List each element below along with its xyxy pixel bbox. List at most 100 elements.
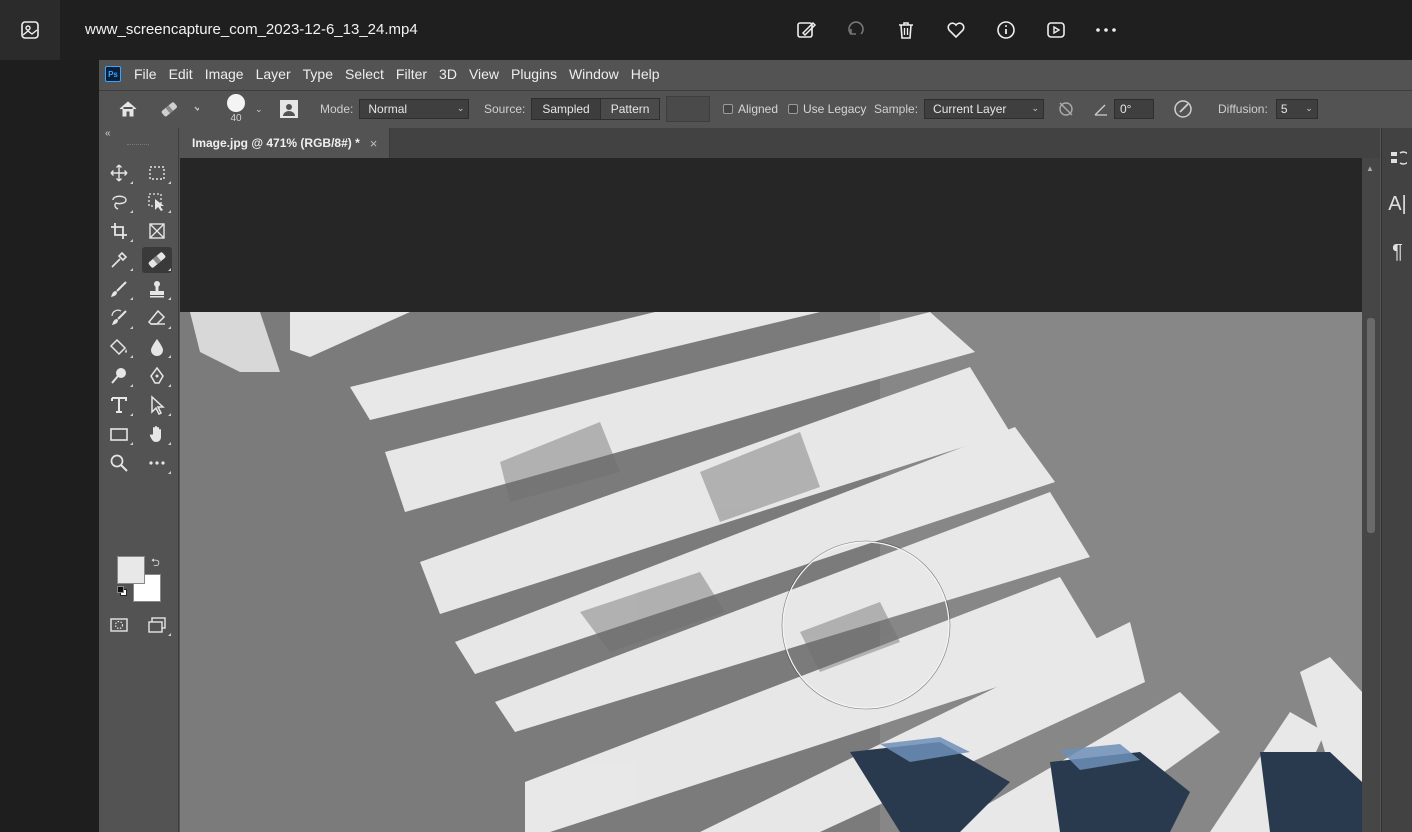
edit-image-icon[interactable] <box>790 14 822 46</box>
diffusion-label: Diffusion: <box>1218 102 1268 116</box>
delete-icon[interactable] <box>890 14 922 46</box>
crop-tool-icon[interactable] <box>104 218 134 244</box>
pressure-size-button[interactable] <box>1172 91 1194 127</box>
type-tool-icon[interactable] <box>104 392 134 418</box>
tool-options-bar: 40 ⌄ Mode: Normal ⌄ Source: Sampled Patt… <box>99 90 1412 126</box>
collapse-panel-icon[interactable]: « <box>105 128 111 139</box>
rotate-icon[interactable] <box>840 14 872 46</box>
mode-dropdown[interactable]: Normal ⌄ <box>359 99 470 119</box>
angle-input[interactable]: 0° <box>1114 99 1154 119</box>
blur-tool-icon[interactable] <box>142 334 172 360</box>
crosswalk-photo <box>180 312 1362 832</box>
foreground-color-swatch[interactable] <box>117 556 145 584</box>
hand-tool-icon[interactable] <box>142 421 172 447</box>
aligned-checkbox[interactable] <box>723 104 733 114</box>
pressure-size-icon <box>1174 100 1192 118</box>
source-control: Source: Sampled Pattern <box>484 91 661 127</box>
use-legacy-checkbox[interactable] <box>788 104 798 114</box>
history-brush-tool-icon[interactable] <box>104 305 134 331</box>
scroll-up-icon[interactable]: ▲ <box>1366 164 1374 173</box>
canvas-area[interactable] <box>180 158 1362 832</box>
character-panel-icon[interactable]: A| <box>1382 184 1412 224</box>
swap-colors-icon[interactable]: ⮌ <box>151 554 160 573</box>
slideshow-icon[interactable] <box>1040 14 1072 46</box>
diffusion-input[interactable]: 5 ⌄ <box>1275 99 1318 119</box>
use-legacy-option[interactable]: Use Legacy <box>788 91 866 127</box>
menu-filter[interactable]: Filter <box>391 60 432 88</box>
path-select-tool-icon[interactable] <box>142 392 172 418</box>
brush-picker-chevron-icon[interactable]: ⌄ <box>255 91 263 127</box>
more-icon[interactable] <box>1090 14 1122 46</box>
source-sampled-button[interactable]: Sampled <box>532 99 600 119</box>
angle-control: 0° <box>1094 91 1154 127</box>
menu-view[interactable]: View <box>464 60 504 88</box>
aligned-label: Aligned <box>738 102 779 116</box>
more-tools-icon[interactable] <box>142 450 172 476</box>
info-icon[interactable] <box>990 14 1022 46</box>
menu-plugins[interactable]: Plugins <box>506 60 562 88</box>
eraser-tool-icon[interactable] <box>142 305 172 331</box>
sample-control: Sample: Current Layer ⌄ <box>874 91 1045 127</box>
close-icon[interactable]: × <box>370 136 378 151</box>
sample-dropdown[interactable]: Current Layer ⌄ <box>924 99 1045 119</box>
menu-help[interactable]: Help <box>626 60 665 88</box>
history-panel-icon[interactable] <box>1382 138 1412 178</box>
lasso-tool-icon[interactable] <box>104 189 134 215</box>
viewer-actions <box>790 14 1122 46</box>
menu-type[interactable]: Type <box>298 60 338 88</box>
paint-bucket-tool-icon[interactable] <box>104 334 134 360</box>
chevron-down-icon: ⌄ <box>1031 103 1040 113</box>
healing-brush-preset-icon <box>161 102 199 117</box>
sample-value: Current Layer <box>933 102 1007 116</box>
scrollbar-thumb[interactable] <box>1367 318 1375 533</box>
vertical-scrollbar[interactable]: ▲ <box>1362 158 1380 832</box>
ignore-adjustment-layers-button[interactable] <box>1057 91 1075 127</box>
menu-file[interactable]: File <box>129 60 162 88</box>
angle-value: 0° <box>1120 102 1132 116</box>
mode-control: Mode: Normal ⌄ <box>320 91 470 127</box>
brush-size-picker[interactable]: 40 <box>227 91 245 127</box>
screen-mode-icon[interactable] <box>142 612 172 638</box>
menu-image[interactable]: Image <box>200 60 249 88</box>
sample-label: Sample: <box>874 102 919 116</box>
photos-app-icon[interactable] <box>0 0 60 60</box>
source-label: Source: <box>484 102 526 116</box>
diffusion-control: Diffusion: 5 ⌄ <box>1218 91 1318 127</box>
healing-brush-tool-icon[interactable] <box>142 247 172 273</box>
menu-edit[interactable]: Edit <box>164 60 198 88</box>
pen-tool-icon[interactable] <box>142 363 172 389</box>
zoom-tool-icon[interactable] <box>104 450 134 476</box>
pattern-swatch <box>666 96 710 122</box>
menu-layer[interactable]: Layer <box>251 60 296 88</box>
right-panel-dock: A| ¶ <box>1381 128 1412 832</box>
move-tool-icon[interactable] <box>104 160 134 186</box>
rectangle-tool-icon[interactable] <box>104 421 134 447</box>
document-tab-title: Image.jpg @ 471% (RGB/8#) * <box>192 136 360 150</box>
quick-mask-icon[interactable] <box>104 612 134 638</box>
object-select-tool-icon[interactable] <box>142 189 172 215</box>
mode-value: Normal <box>368 102 408 116</box>
favorite-icon[interactable] <box>940 14 972 46</box>
tool-preset-picker[interactable] <box>159 91 199 127</box>
document-tab[interactable]: Image.jpg @ 471% (RGB/8#) * × <box>180 128 391 158</box>
frame-tool-icon[interactable] <box>142 218 172 244</box>
aligned-option[interactable]: Aligned <box>723 91 778 127</box>
marquee-tool-icon[interactable] <box>142 160 172 186</box>
home-button[interactable] <box>117 91 139 127</box>
brush-settings-button[interactable] <box>279 91 299 127</box>
mode-label: Mode: <box>320 102 354 116</box>
dodge-tool-icon[interactable] <box>104 363 134 389</box>
panel-grip[interactable] <box>127 144 149 146</box>
eyedropper-tool-icon[interactable] <box>104 247 134 273</box>
menu-window[interactable]: Window <box>564 60 624 88</box>
viewer-file-title: www_screencapture_com_2023-12-6_13_24.mp… <box>85 21 418 38</box>
pattern-picker[interactable] <box>666 91 710 127</box>
paragraph-panel-icon[interactable]: ¶ <box>1382 232 1412 272</box>
clone-stamp-tool-icon[interactable] <box>142 276 172 302</box>
default-colors-icon[interactable] <box>117 586 127 596</box>
menu-select[interactable]: Select <box>340 60 389 88</box>
source-pattern-button[interactable]: Pattern <box>599 99 660 119</box>
brush-tool-icon[interactable] <box>104 276 134 302</box>
menu-3d[interactable]: 3D <box>434 60 462 88</box>
ignore-adjustment-layers-icon <box>1059 102 1073 116</box>
